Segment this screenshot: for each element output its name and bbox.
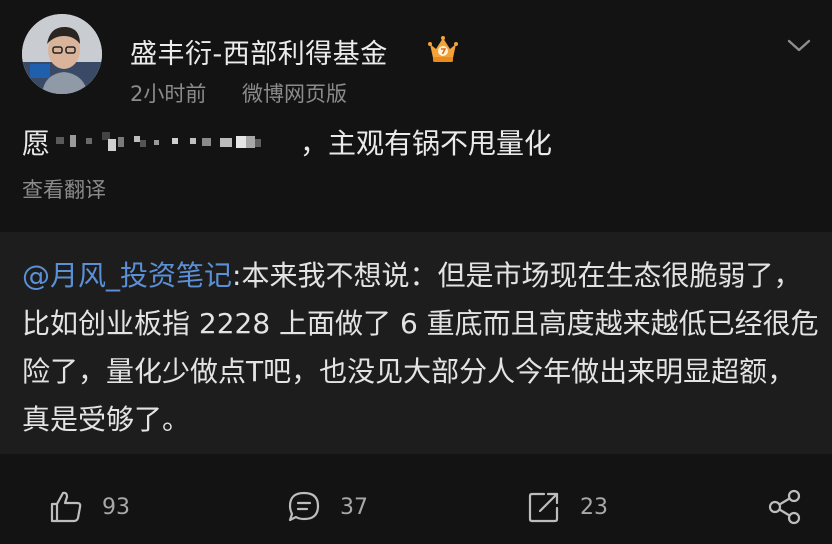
repost-text: @月风_投资笔记:本来我不想说：但是市场现在生态很脆弱了，比如创业板指 2228… bbox=[22, 252, 822, 444]
post-header: 盛丰衍-西部利得基金 2小时前 微博网页版 bbox=[22, 14, 812, 106]
like-button[interactable]: 93 bbox=[48, 482, 130, 532]
post-time: 2小时前 bbox=[130, 82, 207, 106]
comment-icon bbox=[286, 489, 322, 525]
comment-button[interactable]: 37 bbox=[286, 482, 368, 532]
post-content: 愿 ，主观有锅不甩量化 bbox=[22, 124, 552, 164]
thumbs-up-icon bbox=[48, 489, 84, 525]
post-source[interactable]: 微博网页版 bbox=[242, 78, 347, 108]
comment-count: 37 bbox=[340, 494, 368, 520]
pixelated-redaction bbox=[50, 124, 300, 164]
translate-link[interactable]: 查看翻译 bbox=[22, 174, 106, 204]
post-text-suffix: ，主观有锅不甩量化 bbox=[300, 127, 553, 160]
like-count: 93 bbox=[102, 494, 130, 520]
chevron-down-icon[interactable] bbox=[786, 38, 812, 54]
avatar[interactable] bbox=[22, 14, 102, 94]
mention-link[interactable]: @月风_投资笔记 bbox=[22, 259, 232, 292]
repost-icon bbox=[526, 489, 562, 525]
post-text-prefix: 愿 bbox=[22, 127, 51, 160]
crown-icon[interactable] bbox=[427, 34, 459, 64]
weibo-post: 盛丰衍-西部利得基金 2小时前 微博网页版 愿 ，主观有锅不甩量化 查看翻译 @… bbox=[0, 0, 832, 544]
repost-count: 23 bbox=[580, 494, 608, 520]
repost-card[interactable]: @月风_投资笔记:本来我不想说：但是市场现在生态很脆弱了，比如创业板指 2228… bbox=[0, 232, 832, 454]
share-icon bbox=[766, 489, 804, 525]
action-bar: 93 37 23 bbox=[0, 482, 832, 532]
repost-button[interactable]: 23 bbox=[526, 482, 608, 532]
author-name[interactable]: 盛丰衍-西部利得基金 bbox=[130, 32, 388, 71]
share-button[interactable] bbox=[766, 482, 804, 532]
